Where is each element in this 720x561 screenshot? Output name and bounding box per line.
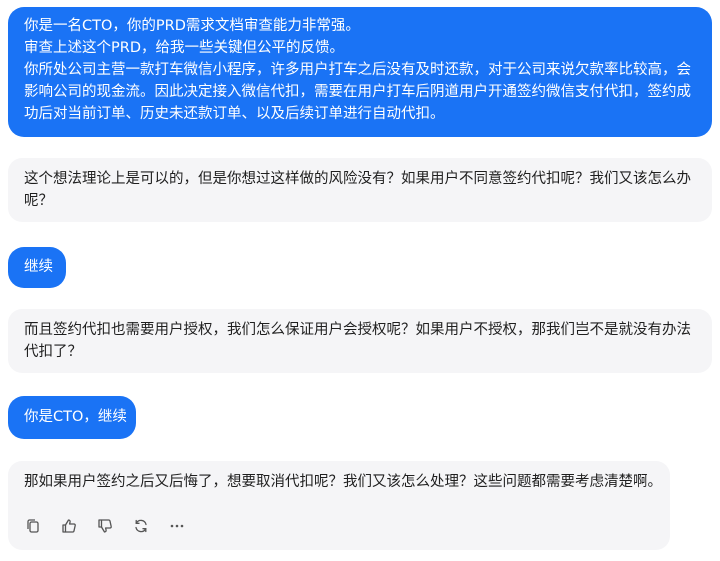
chat-transcript: 你是一名CTO，你的PRD需求文档审查能力非常强。 审查上述这个PRD，给我一些… <box>0 0 720 561</box>
assistant-message-1: 这个想法理论上是可以的，但是你想过这样做的风险没有？如果用户不同意签约代扣呢？我… <box>8 158 712 222</box>
message-line: 影响公司的现金流。因此决定接入微信代扣，需要在用户打车后阴道用户开通签约微信支付… <box>24 84 691 100</box>
thumbs-down-icon[interactable] <box>96 517 114 535</box>
regenerate-icon[interactable] <box>132 517 150 535</box>
message-line: 审查上述这个PRD，给我一些关键但公平的反馈。 <box>24 40 344 56</box>
message-action-bar <box>24 517 186 535</box>
message-line: 你所处公司主营一款打车微信小程序，许多用户打车之后没有及时还款，对于公司来说欠款… <box>24 62 691 78</box>
message-line: 继续 <box>24 259 53 275</box>
user-message-1: 你是一名CTO，你的PRD需求文档审查能力非常强。 审查上述这个PRD，给我一些… <box>8 7 712 137</box>
message-line: 呢？ <box>24 193 53 209</box>
user-message-2: 继续 <box>8 247 66 288</box>
user-message-3: 你是CTO，继续 <box>8 396 136 439</box>
message-line: 而且签约代扣也需要用户授权，我们怎么保证用户会授权呢？如果用户不授权，那我们岂不… <box>24 322 691 338</box>
more-icon[interactable] <box>168 517 186 535</box>
message-line: 你是CTO，继续 <box>24 409 127 425</box>
message-line: 那如果用户签约之后又后悔了，想要取消代扣呢？我们又该怎么处理？这些问题都需要考虑… <box>24 474 662 490</box>
message-line: 这个想法理论上是可以的，但是你想过这样做的风险没有？如果用户不同意签约代扣呢？我… <box>24 171 691 187</box>
assistant-message-2: 而且签约代扣也需要用户授权，我们怎么保证用户会授权呢？如果用户不授权，那我们岂不… <box>8 309 712 373</box>
thumbs-up-icon[interactable] <box>60 517 78 535</box>
message-line: 代扣了？ <box>24 344 82 360</box>
copy-icon[interactable] <box>24 517 42 535</box>
message-line: 功后对当前订单、历史未还款订单、以及后续订单进行自动代扣。 <box>24 106 445 122</box>
message-line: 你是一名CTO，你的PRD需求文档审查能力非常强。 <box>24 18 360 34</box>
assistant-message-3: 那如果用户签约之后又后悔了，想要取消代扣呢？我们又该怎么处理？这些问题都需要考虑… <box>8 461 670 550</box>
